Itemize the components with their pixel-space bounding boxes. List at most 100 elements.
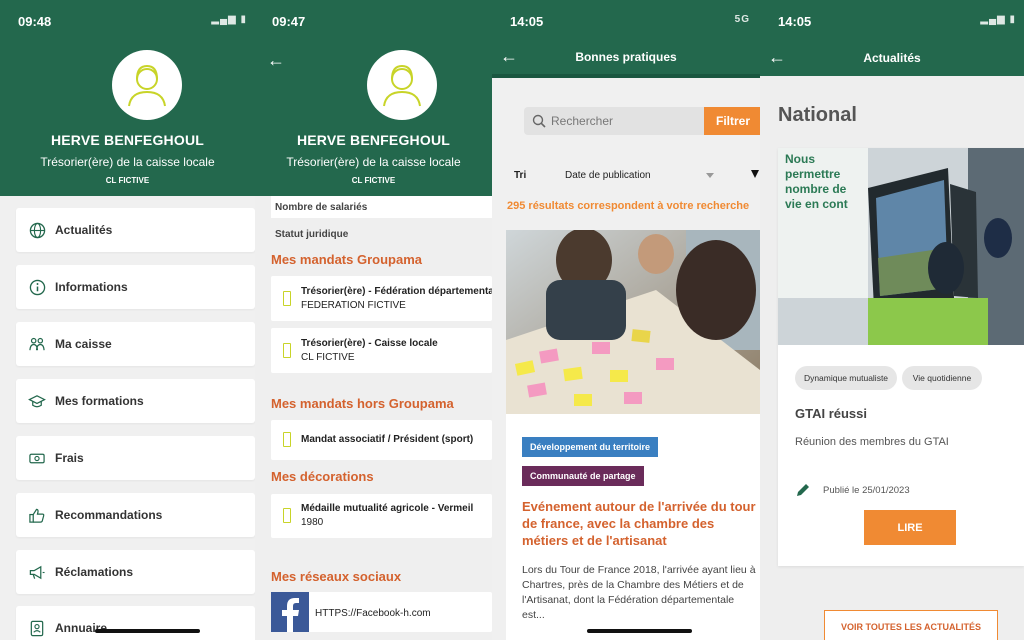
user-role: Trésorier(ère) de la caisse locale [286,155,461,169]
menu-item-recommandations[interactable]: Recommandations [16,493,255,537]
mandat-sub: CL FICTIVE [301,352,355,363]
menu-item-informations[interactable]: Informations [16,265,255,309]
news-description: Réunion des membres du GTAI [795,436,949,448]
status-bar: 14:05 ▂▄▆ ▮ [760,0,1024,40]
avatar [112,50,182,120]
search-input[interactable]: Rechercher [524,107,704,135]
decoration-sub: 1980 [301,517,324,528]
top-app-bar: 14:05 ▂▄▆ ▮ ← Actualités [760,0,1024,76]
mandat-card[interactable]: Trésorier(ère) - Caisse locale CL FICTIV… [271,328,492,373]
published-date: Publié le 25/01/2023 [823,485,910,496]
bonnes-pratiques-screen: 14:05 5G ← Bonnes pratiques Rechercher F… [492,0,760,640]
home-indicator[interactable] [95,629,200,633]
search-placeholder: Rechercher [551,114,614,128]
user-caisse: CL FICTIVE [105,176,150,185]
user-name: HERVE BENFEGHOUL [50,132,205,148]
menu-item-label: Recommandations [55,508,163,522]
top-app-bar: 14:05 5G ← Bonnes pratiques [492,0,760,74]
signal-icon: ▂▄▆ ▮ [980,14,1016,25]
mandat-hors-card[interactable]: Mandat associatif / Président (sport) [271,420,492,460]
menu-item-label: Réclamations [55,565,134,579]
field-statut-juridique: Statut juridique [275,229,349,240]
status-time: 09:47 [272,14,306,29]
contact-book-icon [28,619,46,637]
menu-item-reclamations[interactable]: Réclamations [16,550,255,594]
user-caisse: CL FICTIVE [351,176,396,185]
decoration-card[interactable]: Médaille mutualité agricole - Vermeil 19… [271,494,492,538]
menu-item-label: Ma caisse [55,337,112,351]
article-title[interactable]: Evénement autour de l'arrivée du tour de… [522,498,758,549]
menu-item-mes-formations[interactable]: Mes formations [16,379,255,423]
section-reseaux-sociaux: Mes réseaux sociaux [271,569,402,584]
menu-item-annuaire[interactable]: Annuaire [16,606,255,640]
user-name: HERVE BENFEGHOUL [296,132,451,148]
facebook-icon [271,592,309,632]
read-button[interactable]: LIRE [864,510,956,545]
user-role: Trésorier(ère) de la caisse locale [40,155,215,169]
menu-item-actualites[interactable]: Actualités [16,208,255,252]
page-title: Bonnes pratiques [575,50,677,64]
news-title[interactable]: GTAI réussi [795,406,867,421]
pencil-icon [795,482,811,503]
social-url: HTTPS://Facebook-h.com [315,608,431,619]
sort-select[interactable]: Date de publication [565,170,651,181]
profile-detail-screen: 09:47 ← HERVE BENFEGHOUL Trésorier(ère) … [255,0,492,640]
section-decorations: Mes décorations [271,469,374,484]
profile-header: 09:48 ▂▄▆ ▮ HERVE BENFEGHOUL Trésorier(è… [0,0,255,196]
megaphone-icon [28,563,46,581]
article-card[interactable]: Développement du territoire Communauté d… [506,230,760,640]
tag-communaute[interactable]: Communauté de partage [522,466,644,486]
mandat-marker-icon [283,291,291,306]
people-icon [28,335,46,353]
status-bar: 14:05 5G [492,0,760,40]
menu-item-label: Informations [55,280,128,294]
menu-item-label: Mes formations [55,394,144,408]
status-bar: 09:48 ▂▄▆ ▮ [0,0,255,40]
mandat-title: Mandat associatif / Président (sport) [301,434,474,445]
mandat-marker-icon [283,432,291,447]
signal-icon: ▂▄▆ ▮ [211,14,247,25]
search-icon [532,114,546,128]
back-arrow-icon[interactable]: ← [267,50,285,71]
news-card[interactable]: Nous permettre nombre de vie en cont Dyn… [778,148,1024,566]
mandat-marker-icon [283,343,291,358]
results-count: 295 résultats correspondent à votre rech… [507,200,750,212]
status-time: 14:05 [778,14,812,29]
chevron-down-icon [706,173,714,178]
mandat-sub: FEDERATION FICTIVE [301,300,406,311]
article-image [506,230,760,414]
globe-icon [28,221,46,239]
menu-item-label: Actualités [55,223,113,237]
user-avatar-icon [128,64,166,107]
money-icon [28,449,46,467]
profile-menu-screen: 09:48 ▂▄▆ ▮ HERVE BENFEGHOUL Trésorier(è… [0,0,255,640]
status-bar: 09:47 [255,0,492,40]
status-time: 14:05 [510,14,544,29]
page-title: Actualités [863,51,921,65]
social-card[interactable]: HTTPS://Facebook-h.com [271,592,492,632]
mandat-title: Trésorier(ère) - Caisse locale [301,338,438,349]
thumbs-up-icon [28,506,46,524]
news-image-caption: Nous permettre nombre de vie en cont [785,152,848,211]
menu-item-ma-caisse[interactable]: Ma caisse [16,322,255,366]
field-nombre-salaries: Nombre de salariés [275,202,368,213]
sort-direction-icon[interactable] [751,170,759,178]
graduation-cap-icon [28,392,46,410]
section-mandats-hors-groupama: Mes mandats hors Groupama [271,396,454,411]
chip-vie-quotidienne[interactable]: Vie quotidienne [902,366,982,390]
network-label: 5G [734,14,750,25]
mandat-card[interactable]: Trésorier(ère) - Fédération départementa… [271,276,492,321]
mandat-title: Trésorier(ère) - Fédération départementa… [301,286,492,297]
menu-item-frais[interactable]: Frais [16,436,255,480]
info-icon [28,278,46,296]
actualites-screen: 14:05 ▂▄▆ ▮ ← Actualités National Nous p [760,0,1024,640]
article-excerpt: Lors du Tour de France 2018, l'arrivée a… [522,564,756,621]
see-all-news-button[interactable]: VOIR TOUTES LES ACTUALITÉS [824,610,998,640]
home-indicator[interactable] [587,629,692,633]
avatar [367,50,437,120]
tag-developpement[interactable]: Développement du territoire [522,437,659,457]
filter-button[interactable]: Filtrer [704,107,760,135]
section-title: National [778,104,857,126]
status-time: 09:48 [18,14,52,29]
chip-dynamique-mutualiste[interactable]: Dynamique mutualiste [795,366,897,390]
